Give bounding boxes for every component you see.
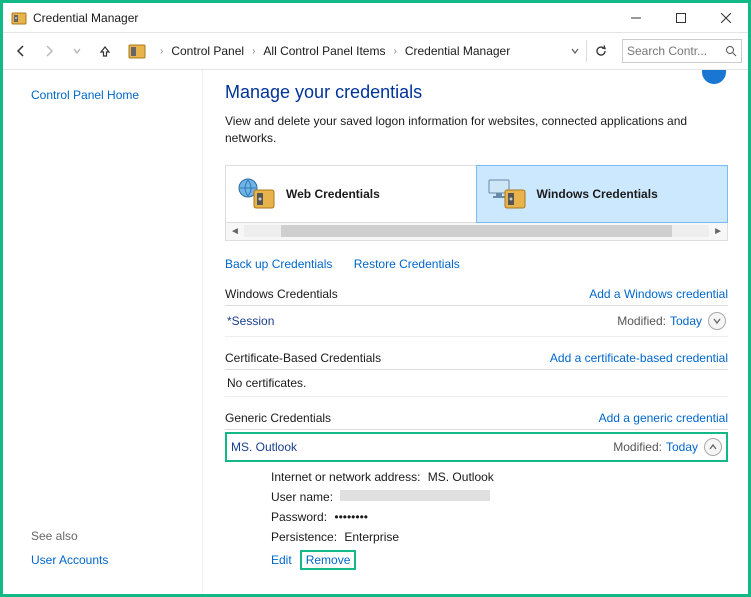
nav-bar: › Control Panel › All Control Panel Item… bbox=[3, 33, 748, 69]
window-title: Credential Manager bbox=[33, 11, 613, 25]
monitor-safe-icon bbox=[487, 176, 529, 212]
scrollbar-thumb[interactable] bbox=[281, 225, 672, 237]
scroll-right-icon[interactable]: ► bbox=[713, 226, 723, 237]
section-cert-credentials: Certificate-Based Credentials Add a cert… bbox=[225, 351, 728, 370]
minimize-button[interactable] bbox=[613, 3, 658, 33]
credential-type-tabs: Web Credentials Windows Credentials bbox=[225, 165, 728, 223]
address-dropdown-icon[interactable] bbox=[570, 46, 580, 56]
detail-persistence-value: Enterprise bbox=[344, 530, 399, 544]
breadcrumb-item[interactable]: Control Panel bbox=[168, 42, 247, 60]
refresh-button[interactable] bbox=[586, 40, 608, 62]
search-icon bbox=[725, 45, 737, 57]
modified-label: Modified: bbox=[613, 440, 662, 454]
close-button[interactable] bbox=[703, 3, 748, 33]
detail-address-value: MS. Outlook bbox=[428, 470, 494, 484]
page-description: View and delete your saved logon informa… bbox=[225, 113, 728, 147]
section-windows-credentials: Windows Credentials Add a Windows creden… bbox=[225, 287, 728, 306]
title-bar: Credential Manager bbox=[3, 3, 748, 33]
credential-name: MS. Outlook bbox=[231, 440, 613, 454]
globe-safe-icon bbox=[236, 176, 278, 212]
add-windows-credential-link[interactable]: Add a Windows credential bbox=[589, 287, 728, 301]
tab-windows-credentials[interactable]: Windows Credentials bbox=[476, 165, 729, 223]
section-generic-credentials: Generic Credentials Add a generic creden… bbox=[225, 411, 728, 430]
detail-address-label: Internet or network address: bbox=[271, 470, 420, 484]
sidebar: Control Panel Home See also User Account… bbox=[3, 70, 203, 593]
remove-credential-link[interactable]: Remove bbox=[306, 553, 351, 567]
sidebar-user-accounts-link[interactable]: User Accounts bbox=[31, 553, 202, 567]
credential-row-outlook[interactable]: MS. Outlook Modified: Today bbox=[225, 432, 728, 462]
restore-credentials-link[interactable]: Restore Credentials bbox=[354, 257, 460, 271]
sidebar-see-also-label: See also bbox=[31, 529, 202, 543]
detail-password-value: •••••••• bbox=[334, 510, 368, 524]
recent-dropdown[interactable] bbox=[65, 39, 89, 63]
breadcrumb[interactable]: › Control Panel › All Control Panel Item… bbox=[155, 39, 566, 63]
detail-username-value bbox=[340, 490, 490, 501]
address-icon bbox=[127, 41, 147, 61]
tab-label: Web Credentials bbox=[286, 187, 380, 201]
section-title: Generic Credentials bbox=[225, 411, 331, 425]
section-title: Certificate-Based Credentials bbox=[225, 351, 381, 365]
modified-value: Today bbox=[666, 440, 698, 454]
add-generic-credential-link[interactable]: Add a generic credential bbox=[599, 411, 728, 425]
detail-password-label: Password: bbox=[271, 510, 327, 524]
detail-persistence-label: Persistence: bbox=[271, 530, 337, 544]
breadcrumb-item[interactable]: Credential Manager bbox=[402, 42, 513, 60]
chevron-down-icon[interactable] bbox=[708, 312, 726, 330]
content-area: Control Panel Home See also User Account… bbox=[3, 70, 748, 593]
scroll-left-icon[interactable]: ◄ bbox=[230, 226, 240, 237]
tab-label: Windows Credentials bbox=[537, 187, 658, 201]
no-certificates-text: No certificates. bbox=[225, 370, 728, 397]
horizontal-scrollbar[interactable]: ◄ ► bbox=[225, 223, 728, 241]
main-panel: Manage your credentials View and delete … bbox=[203, 70, 748, 593]
breadcrumb-item[interactable]: All Control Panel Items bbox=[260, 42, 388, 60]
back-button[interactable] bbox=[9, 39, 33, 63]
modified-label: Modified: bbox=[617, 314, 666, 328]
backup-credentials-link[interactable]: Back up Credentials bbox=[225, 257, 332, 271]
page-title: Manage your credentials bbox=[225, 82, 728, 103]
maximize-button[interactable] bbox=[658, 3, 703, 33]
search-input[interactable]: Search Contr... bbox=[622, 39, 742, 63]
credential-row-session[interactable]: *Session Modified: Today bbox=[225, 306, 728, 337]
credential-name: *Session bbox=[227, 314, 617, 328]
sidebar-home-link[interactable]: Control Panel Home bbox=[31, 88, 202, 102]
up-button[interactable] bbox=[93, 39, 117, 63]
add-cert-credential-link[interactable]: Add a certificate-based credential bbox=[550, 351, 728, 365]
edit-credential-link[interactable]: Edit bbox=[271, 553, 292, 567]
app-icon bbox=[11, 10, 27, 26]
tab-web-credentials[interactable]: Web Credentials bbox=[226, 166, 477, 222]
detail-username-label: User name: bbox=[271, 490, 333, 504]
chevron-up-icon[interactable] bbox=[704, 438, 722, 456]
modified-value: Today bbox=[670, 314, 702, 328]
forward-button[interactable] bbox=[37, 39, 61, 63]
section-title: Windows Credentials bbox=[225, 287, 338, 301]
search-placeholder: Search Contr... bbox=[627, 44, 707, 58]
credential-details: Internet or network address: MS. Outlook… bbox=[225, 462, 728, 570]
